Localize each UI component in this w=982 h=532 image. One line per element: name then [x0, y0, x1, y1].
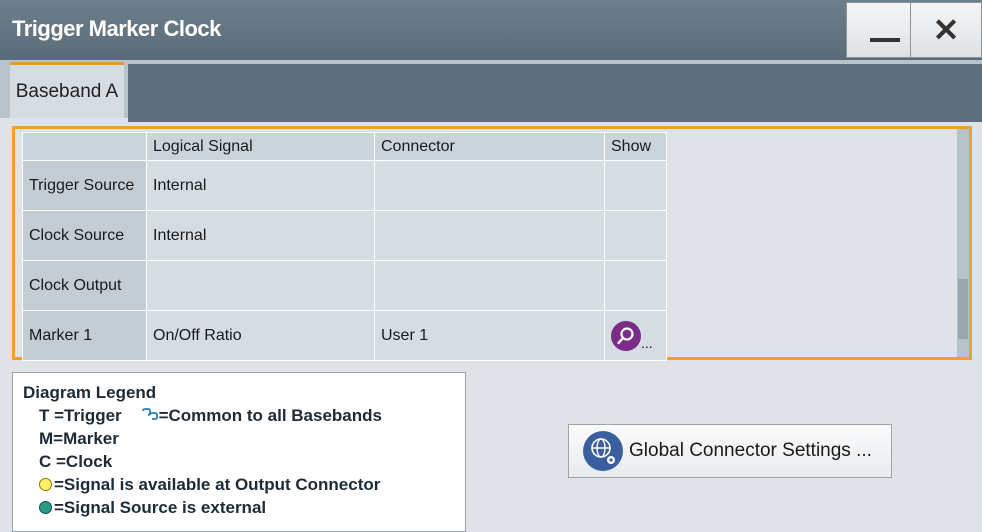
legend-trigger: T =Trigger [39, 406, 122, 425]
signal-table-panel: Logical Signal Connector Show Trigger So… [12, 126, 972, 361]
cell-connector[interactable]: User 1 [374, 310, 605, 361]
legend-common: =Common to all Basebands [158, 406, 382, 425]
legend-output: =Signal is available at Output Connector [54, 475, 381, 494]
global-connector-settings-button[interactable]: Global Connector Settings ... [568, 424, 892, 478]
legend-marker: M=Marker [39, 429, 119, 448]
table-row: Marker 1 On/Off Ratio User 1 ... [22, 310, 667, 361]
title-bar: Trigger Marker Clock ✕ [0, 0, 982, 61]
cell-logical-signal[interactable]: Internal [146, 210, 375, 261]
column-header-show: Show [604, 132, 667, 161]
tab-strip-background [128, 64, 982, 122]
signal-table: Logical Signal Connector Show Trigger So… [22, 132, 667, 361]
tab-baseband-a[interactable]: Baseband A [10, 62, 124, 118]
row-label-trigger-source: Trigger Source [22, 160, 147, 211]
diagram-legend: Diagram Legend T =Trigger =Common to all… [12, 372, 466, 532]
close-button[interactable]: ✕ [910, 2, 982, 58]
global-connector-settings-label: Global Connector Settings ... [629, 440, 872, 461]
tab-strip: Baseband A [0, 60, 982, 122]
cell-show [604, 160, 667, 211]
table-header-row: Logical Signal Connector Show [22, 132, 667, 161]
column-header-name [22, 132, 147, 161]
scrollbar-thumb[interactable] [958, 279, 968, 339]
cell-logical-signal[interactable]: Internal [146, 160, 375, 211]
cell-connector[interactable] [374, 160, 605, 211]
green-dot-icon [39, 501, 52, 514]
row-label-clock-output: Clock Output [22, 260, 147, 311]
legend-row-output: =Signal is available at Output Connector [23, 473, 455, 496]
cell-logical-signal[interactable]: On/Off Ratio [146, 310, 375, 361]
legend-clock: C =Clock [39, 452, 113, 471]
yellow-dot-icon [39, 478, 52, 491]
trigger-marker-clock-dialog: Trigger Marker Clock ✕ Baseband A Logica… [0, 0, 982, 532]
link-icon [141, 408, 158, 420]
window-title: Trigger Marker Clock [12, 16, 221, 41]
table-row: Clock Source Internal [22, 210, 667, 261]
legend-external: =Signal Source is external [54, 498, 267, 517]
search-icon [617, 326, 634, 344]
cell-show [604, 260, 667, 311]
globe-gear-icon [583, 431, 623, 471]
close-icon: ✕ [932, 12, 960, 48]
cell-show [604, 210, 667, 261]
vertical-scrollbar[interactable] [957, 129, 969, 357]
cell-logical-signal[interactable] [146, 260, 375, 311]
table-row: Clock Output [22, 260, 667, 311]
column-header-connector: Connector [374, 132, 605, 161]
legend-row-external: =Signal Source is external [23, 496, 455, 519]
cell-connector[interactable] [374, 210, 605, 261]
legend-title: Diagram Legend [23, 383, 157, 402]
show-details-button[interactable] [611, 320, 641, 351]
cell-show: ... [604, 310, 667, 361]
table-row: Trigger Source Internal [22, 160, 667, 211]
legend-row-trigger: T =Trigger =Common to all Basebands [23, 404, 455, 427]
row-label-clock-source: Clock Source [22, 210, 147, 261]
row-label-marker-1: Marker 1 [22, 310, 147, 361]
more-ellipsis: ... [641, 334, 653, 351]
cell-connector[interactable] [374, 260, 605, 311]
minimize-icon [870, 38, 900, 42]
column-header-logical-signal: Logical Signal [146, 132, 375, 161]
